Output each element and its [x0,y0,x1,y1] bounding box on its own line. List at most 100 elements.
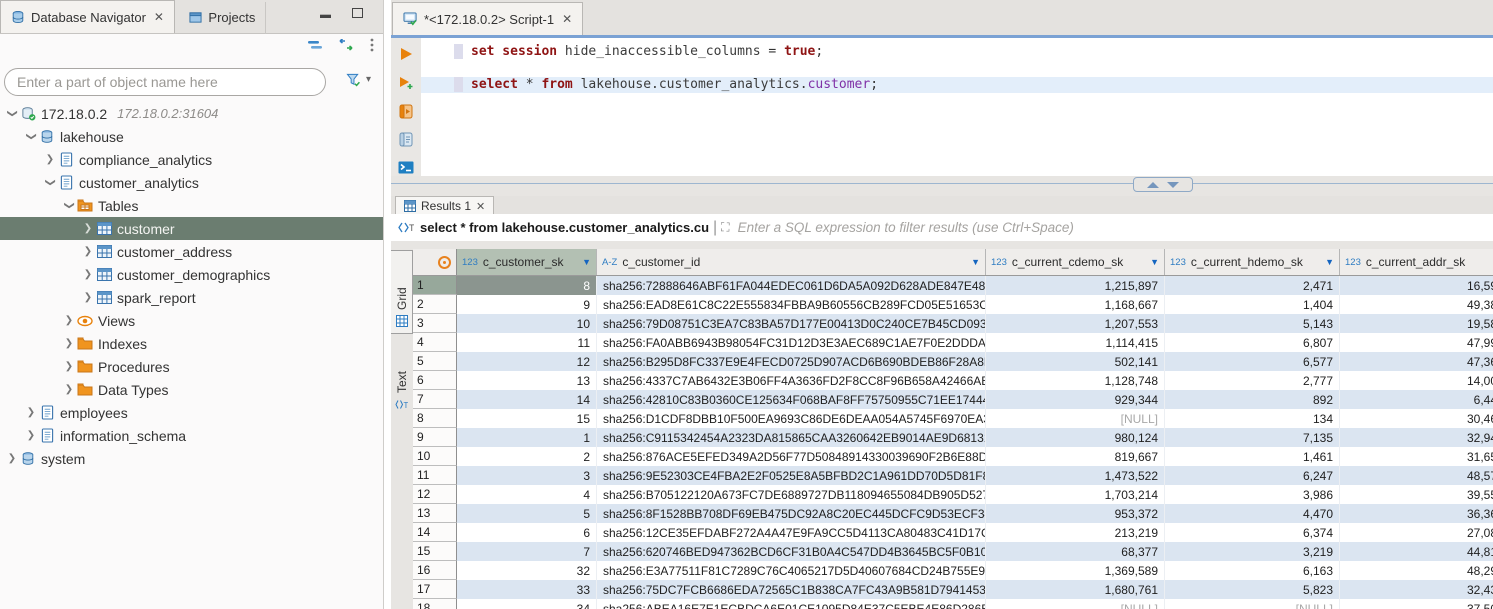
cell-c_current_cdemo_sk[interactable]: 1,215,897 [986,276,1165,295]
execute-new-tab-icon[interactable] [397,74,415,90]
cell-c_customer_sk[interactable]: 7 [457,542,597,561]
cell-c_current_hdemo_sk[interactable]: 7,135 [1165,428,1340,447]
row-number[interactable]: 5 [413,352,457,371]
tree-item-tables[interactable]: ❯Tables [0,194,383,217]
cell-c_current_addr_sk[interactable]: 49,38 [1340,295,1493,314]
cell-c_customer_sk[interactable]: 4 [457,485,597,504]
cell-c_current_hdemo_sk[interactable]: 6,374 [1165,523,1340,542]
cell-c_customer_sk[interactable]: 13 [457,371,597,390]
tab-text-view[interactable]: T Text [391,337,412,417]
expand-arrow-icon[interactable]: ❯ [62,384,76,395]
tab-database-navigator[interactable]: Database Navigator ✕ [0,0,175,33]
filter-funnel-icon[interactable] [346,72,361,87]
cell-c_current_addr_sk[interactable]: 47,36 [1340,352,1493,371]
cell-c_current_hdemo_sk[interactable]: 1,404 [1165,295,1340,314]
cell-c_customer_sk[interactable]: 10 [457,314,597,333]
cell-c_current_hdemo_sk[interactable]: [NULL] [1165,599,1340,609]
execute-statement-icon[interactable] [397,46,415,62]
cell-c_customer_sk[interactable]: 15 [457,409,597,428]
sql-line-1[interactable]: set session hide_inaccessible_columns = … [421,44,1493,60]
cell-c_customer_sk[interactable]: 9 [457,295,597,314]
column-header-c_current_addr_sk[interactable]: 123c_current_addr_sk▼ [1340,249,1493,275]
column-header-c_customer_sk[interactable]: 123c_customer_sk▼ [457,249,597,275]
cell-c_customer_sk[interactable]: 3 [457,466,597,485]
cell-c_current_addr_sk[interactable]: 16,59 [1340,276,1493,295]
collapse-arrow-icon[interactable]: ❯ [45,176,56,190]
tree-item-customer-analytics[interactable]: ❯customer_analytics [0,171,383,194]
row-number[interactable]: 9 [413,428,457,447]
cell-c_current_addr_sk[interactable]: 14,00 [1340,371,1493,390]
column-header-c_customer_id[interactable]: A-Zc_customer_id▼ [597,249,986,275]
cell-c_customer_id[interactable]: sha256:FA0ABB6943B98054FC31D12D3E3AEC689… [597,333,986,352]
sql-code-area[interactable]: set session hide_inaccessible_columns = … [421,38,1493,176]
expand-arrow-icon[interactable]: ❯ [5,453,19,464]
cell-c_current_addr_sk[interactable]: 39,55 [1340,485,1493,504]
row-number[interactable]: 3 [413,314,457,333]
cell-c_current_cdemo_sk[interactable]: 953,372 [986,504,1165,523]
cell-c_customer_id[interactable]: sha256:B295D8FC337E9E4FECD0725D907ACD6B6… [597,352,986,371]
tree-item-procedures[interactable]: ❯Procedures [0,355,383,378]
cell-c_current_hdemo_sk[interactable]: 2,471 [1165,276,1340,295]
cell-c_current_cdemo_sk[interactable]: 1,114,415 [986,333,1165,352]
cell-c_customer_id[interactable]: sha256:ABEA16E7E1ECBDCA6E01CE1095D84E37C… [597,599,986,609]
object-search-input[interactable] [4,68,326,96]
cell-c_customer_sk[interactable]: 1 [457,428,597,447]
cell-c_current_hdemo_sk[interactable]: 2,777 [1165,371,1340,390]
results-filter-bar[interactable]: T select * from lakehouse.customer_analy… [391,214,1493,242]
tab-grid-view[interactable]: Grid [391,250,413,334]
column-filter-icon[interactable]: ▼ [1489,257,1493,267]
cell-c_current_hdemo_sk[interactable]: 6,247 [1165,466,1340,485]
row-number[interactable]: 13 [413,504,457,523]
tree-item-information-schema[interactable]: ❯information_schema [0,424,383,447]
cell-c_customer_id[interactable]: sha256:E3A77511F81C7289C76C4065217D5D406… [597,561,986,580]
cell-c_current_hdemo_sk[interactable]: 134 [1165,409,1340,428]
cell-c_customer_id[interactable]: sha256:B705122120A673FC7DE6889727DB11809… [597,485,986,504]
cell-c_customer_id[interactable]: sha256:75DC7FCB6686EDA72565C1B838CA7FC43… [597,580,986,599]
cell-c_current_cdemo_sk[interactable]: 68,377 [986,542,1165,561]
cell-c_current_addr_sk[interactable]: 19,58 [1340,314,1493,333]
cell-c_current_hdemo_sk[interactable]: 3,986 [1165,485,1340,504]
cell-c_customer_id[interactable]: sha256:4337C7AB6432E3B06FF4A3636FD2F8CC8… [597,371,986,390]
cell-c_current_addr_sk[interactable]: 27,08 [1340,523,1493,542]
row-number[interactable]: 2 [413,295,457,314]
tree-item-spark-report[interactable]: ❯spark_report [0,286,383,309]
row-number[interactable]: 10 [413,447,457,466]
cell-c_current_addr_sk[interactable]: 48,57 [1340,466,1493,485]
cell-c_current_cdemo_sk[interactable]: 929,344 [986,390,1165,409]
cell-c_current_hdemo_sk[interactable]: 3,219 [1165,542,1340,561]
cell-c_customer_sk[interactable]: 32 [457,561,597,580]
cell-c_current_cdemo_sk[interactable]: 1,473,522 [986,466,1165,485]
sql-console-icon[interactable] [397,160,415,176]
minimize-view-icon[interactable]: ▬ [320,10,331,20]
row-number[interactable]: 6 [413,371,457,390]
cell-c_current_hdemo_sk[interactable]: 1,461 [1165,447,1340,466]
row-number[interactable]: 18 [413,599,457,609]
row-number[interactable]: 7 [413,390,457,409]
cell-c_customer_id[interactable]: sha256:9E52303CE4FBA2E2F0525E8A5BFBD2C1A… [597,466,986,485]
row-gutter-header[interactable] [413,249,457,275]
cell-c_customer_sk[interactable]: 11 [457,333,597,352]
cell-c_current_cdemo_sk[interactable]: [NULL] [986,599,1165,609]
collapse-up-icon[interactable] [1147,182,1159,188]
tree-item-172-18-0-2[interactable]: ❯172.18.0.2172.18.0.2:31604 [0,102,383,125]
row-number[interactable]: 12 [413,485,457,504]
cell-c_current_hdemo_sk[interactable]: 6,577 [1165,352,1340,371]
expand-arrow-icon[interactable]: ❯ [81,223,95,234]
row-number[interactable]: 14 [413,523,457,542]
collapse-arrow-icon[interactable]: ❯ [64,199,75,213]
collapse-all-icon[interactable] [307,40,323,50]
collapse-arrow-icon[interactable]: ❯ [26,130,37,144]
cell-c_current_cdemo_sk[interactable]: [NULL] [986,409,1165,428]
tree-item-lakehouse[interactable]: ❯lakehouse [0,125,383,148]
expand-arrow-icon[interactable]: ❯ [81,269,95,280]
cell-c_current_cdemo_sk[interactable]: 980,124 [986,428,1165,447]
chevron-down-icon[interactable]: ▾ [366,74,371,85]
cell-c_current_addr_sk[interactable]: 36,36 [1340,504,1493,523]
cell-c_customer_id[interactable]: sha256:79D08751C3EA7C83BA57D177E00413D0C… [597,314,986,333]
tree-item-customer[interactable]: ❯customer [0,217,383,240]
cell-c_customer_id[interactable]: sha256:876ACE5EFED349A2D56F77D5084891433… [597,447,986,466]
cell-c_current_hdemo_sk[interactable]: 892 [1165,390,1340,409]
row-number[interactable]: 16 [413,561,457,580]
execute-script-icon[interactable] [397,103,415,119]
row-number[interactable]: 17 [413,580,457,599]
